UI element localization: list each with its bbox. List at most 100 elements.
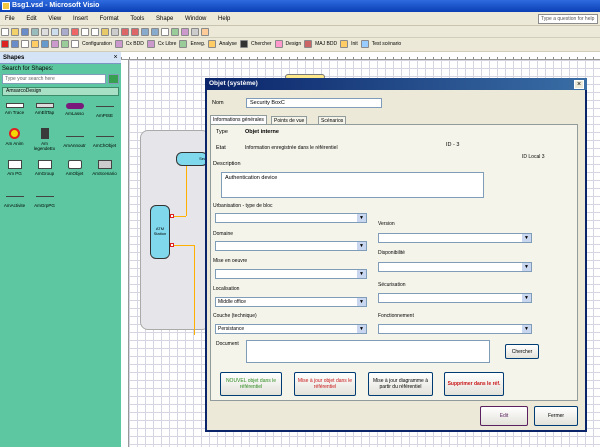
test-scenario-button[interactable]: Test scénario bbox=[370, 38, 403, 50]
maj-bdd-icon[interactable] bbox=[304, 40, 313, 48]
disponibilite-select[interactable]: ▼ bbox=[378, 262, 532, 272]
analyse-button[interactable]: Analyse bbox=[217, 38, 239, 50]
tool4-icon[interactable] bbox=[41, 40, 49, 48]
chevron-down-icon[interactable]: ▼ bbox=[522, 294, 531, 302]
design-button[interactable]: Design bbox=[284, 38, 304, 50]
search-go-icon[interactable] bbox=[108, 74, 119, 84]
stencil-tab-amsarcodesign[interactable]: AmsarcoDesign bbox=[2, 87, 119, 96]
version-select[interactable]: ▼ bbox=[378, 233, 532, 243]
document-input[interactable] bbox=[246, 340, 490, 363]
stencil-item[interactable]: AmEltTap bbox=[30, 98, 59, 128]
stencil-item[interactable]: Am Anim bbox=[0, 128, 29, 158]
menu-edit[interactable]: Edit bbox=[21, 12, 41, 26]
stencil-item[interactable]: AmGrpPG bbox=[30, 188, 59, 218]
domaine-select[interactable]: ▼ bbox=[215, 241, 367, 251]
chercher-button[interactable]: Chercher bbox=[249, 38, 274, 50]
menu-tools[interactable]: Tools bbox=[125, 12, 149, 26]
open-icon[interactable] bbox=[11, 28, 19, 36]
cut-icon[interactable] bbox=[81, 28, 89, 36]
couche-select[interactable]: Persistance ▼ bbox=[215, 324, 367, 334]
paste-icon[interactable] bbox=[101, 28, 109, 36]
chevron-down-icon[interactable]: ▼ bbox=[522, 234, 531, 242]
stencil-item[interactable]: AmObjet bbox=[60, 158, 89, 188]
spelling-icon[interactable] bbox=[61, 28, 69, 36]
enreg-button[interactable]: Enreg. bbox=[188, 38, 207, 50]
stencil-item[interactable]: Am PG bbox=[0, 158, 29, 188]
cx-bdd-icon[interactable] bbox=[114, 40, 123, 48]
supprimer-button[interactable]: Supprimer dans le réf. bbox=[444, 372, 504, 396]
save-icon[interactable] bbox=[21, 28, 29, 36]
init-button[interactable]: Init bbox=[349, 38, 360, 50]
shapes-icon[interactable] bbox=[171, 28, 179, 36]
securisation-select[interactable]: ▼ bbox=[378, 293, 532, 303]
mise-en-oeuvre-select[interactable]: ▼ bbox=[215, 269, 367, 279]
chevron-down-icon[interactable]: ▼ bbox=[357, 298, 366, 306]
tool5-icon[interactable] bbox=[51, 40, 59, 48]
menu-view[interactable]: View bbox=[43, 12, 66, 26]
tool3-icon[interactable] bbox=[31, 40, 39, 48]
fonctionnement-select[interactable]: ▼ bbox=[378, 324, 532, 334]
research-icon[interactable] bbox=[71, 28, 79, 36]
chercher-icon[interactable] bbox=[239, 40, 248, 48]
test-scenario-icon[interactable] bbox=[360, 40, 369, 48]
maj-diagramme-button[interactable]: Mise à jour diagramme à partir du référe… bbox=[368, 372, 433, 396]
analyse-icon[interactable] bbox=[208, 40, 217, 48]
stencil-item[interactable]: AmScenario bbox=[90, 158, 119, 188]
text-icon[interactable] bbox=[161, 28, 169, 36]
localisation-select[interactable]: Middle office ▼ bbox=[215, 297, 367, 307]
cx-bdd-button[interactable]: Cx BDD bbox=[124, 38, 146, 50]
menu-format[interactable]: Format bbox=[95, 12, 124, 26]
print-icon[interactable] bbox=[41, 28, 49, 36]
chevron-down-icon[interactable]: ▼ bbox=[357, 214, 366, 222]
stencil-item[interactable]: AmActivite bbox=[0, 188, 29, 218]
close-icon[interactable]: × bbox=[574, 80, 584, 89]
preview-icon[interactable] bbox=[51, 28, 59, 36]
tool-icon[interactable] bbox=[11, 40, 19, 48]
cx-libre-icon[interactable] bbox=[146, 40, 155, 48]
new-icon[interactable] bbox=[1, 28, 9, 36]
zoom-icon[interactable] bbox=[191, 28, 199, 36]
menu-insert[interactable]: Insert bbox=[68, 12, 93, 26]
edit-button[interactable]: Edit bbox=[480, 406, 528, 426]
menu-window[interactable]: Window bbox=[180, 12, 211, 26]
menu-file[interactable]: File bbox=[0, 12, 20, 26]
design-icon[interactable] bbox=[274, 40, 283, 48]
urbanisation-select[interactable]: ▼ bbox=[215, 213, 367, 223]
stop-icon[interactable] bbox=[1, 40, 9, 48]
chevron-down-icon[interactable]: ▼ bbox=[522, 263, 531, 271]
enreg-icon[interactable] bbox=[179, 40, 188, 48]
configuration-button[interactable]: Configuration bbox=[80, 38, 114, 50]
layout-icon[interactable] bbox=[201, 28, 209, 36]
chevron-down-icon[interactable]: ▼ bbox=[522, 325, 531, 333]
stencil-item[interactable]: AmLasso bbox=[60, 98, 89, 128]
fermer-button[interactable]: Fermer bbox=[534, 406, 578, 426]
cx-libre-button[interactable]: Cx Libre bbox=[156, 38, 179, 50]
ask-question-input[interactable]: Type a question for help bbox=[538, 14, 598, 24]
format-painter-icon[interactable] bbox=[111, 28, 119, 36]
maj-objet-button[interactable]: Mise à jour objet dans le référentiel bbox=[294, 372, 356, 396]
description-textarea[interactable]: Authentication device bbox=[221, 172, 484, 198]
stencil-item[interactable]: AmAnnoutr bbox=[60, 128, 89, 158]
drawing-tools-icon[interactable] bbox=[181, 28, 189, 36]
undo-icon[interactable] bbox=[121, 28, 129, 36]
permission-icon[interactable] bbox=[31, 28, 39, 36]
stencil-item[interactable]: AmGroup bbox=[30, 158, 59, 188]
search-shapes-input[interactable]: Type your search here bbox=[2, 74, 106, 84]
configuration-icon[interactable] bbox=[71, 40, 79, 48]
atm-station-shape[interactable]: ATM Station bbox=[150, 205, 170, 259]
redo-icon[interactable] bbox=[131, 28, 139, 36]
maj-bdd-button[interactable]: MAJ BDD bbox=[313, 38, 339, 50]
chevron-down-icon[interactable]: ▼ bbox=[357, 270, 366, 278]
chevron-down-icon[interactable]: ▼ bbox=[357, 325, 366, 333]
tool6-icon[interactable] bbox=[61, 40, 69, 48]
menu-help[interactable]: Help bbox=[213, 12, 235, 26]
nom-input[interactable]: Security BoxC bbox=[246, 98, 382, 108]
chevron-down-icon[interactable]: ▼ bbox=[357, 242, 366, 250]
chercher-button[interactable]: Chercher bbox=[505, 344, 539, 359]
stencil-item[interactable]: AmChObjet bbox=[90, 128, 119, 158]
connector-icon[interactable] bbox=[151, 28, 159, 36]
stencil-item[interactable]: Am Trace bbox=[0, 98, 29, 128]
nouvel-objet-button[interactable]: NOUVEL objet dans le référentiel bbox=[220, 372, 282, 396]
close-icon[interactable]: × bbox=[111, 53, 120, 62]
security-box-shape[interactable]: Sec bbox=[176, 152, 208, 166]
